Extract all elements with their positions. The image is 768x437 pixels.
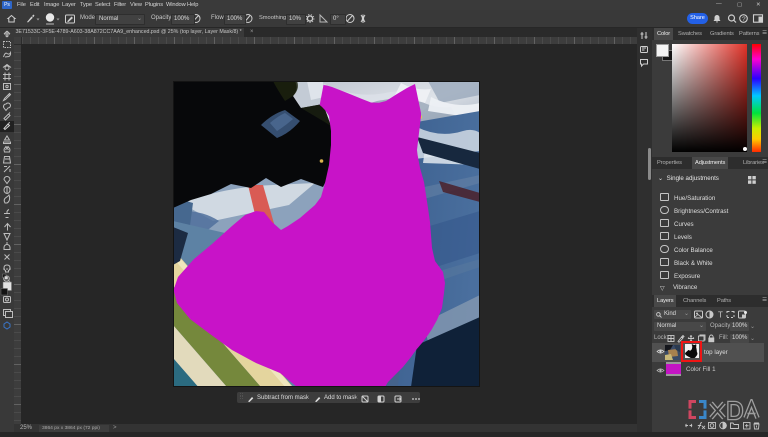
svg-text:T: T bbox=[718, 311, 723, 320]
svg-text:?: ? bbox=[742, 16, 746, 23]
